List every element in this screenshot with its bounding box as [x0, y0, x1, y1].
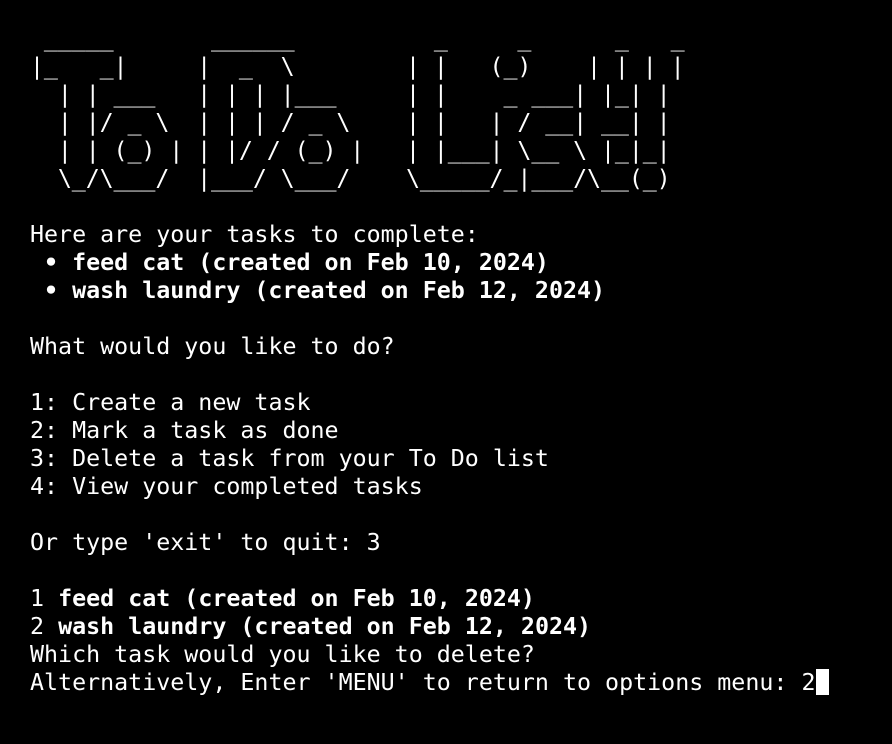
- menu-option-create: 1: Create a new task: [30, 389, 311, 416]
- delete-item-number: 2: [30, 613, 59, 640]
- exit-prompt-answer: 3: [366, 529, 381, 556]
- exit-prompt-line: Or type 'exit' to quit: 3: [30, 529, 880, 557]
- delete-list-item: 2 wash laundry (created on Feb 12, 2024): [30, 613, 880, 641]
- ascii-banner: _____ ______ _ _ _ _ |_ _| | _ \ | | (_)…: [30, 25, 880, 193]
- exit-prompt: Or type 'exit' to quit:: [30, 529, 367, 556]
- terminal-input[interactable]: 2: [801, 669, 815, 696]
- banner-line: \_/\___/ |___/ \___/ \_____/_|___/\__(_): [30, 165, 671, 192]
- delete-item-text: feed cat (created on Feb 10, 2024): [58, 585, 535, 612]
- menu-option-view-completed: 4: View your completed tasks: [30, 473, 423, 500]
- delete-question: Which task would you like to delete?: [30, 641, 535, 668]
- task-list-item: • feed cat (created on Feb 10, 2024): [30, 249, 880, 277]
- task-list-item: • wash laundry (created on Feb 12, 2024): [30, 277, 880, 305]
- banner-line: _____ ______ _ _ _ _: [30, 25, 699, 52]
- text-cursor: [816, 669, 830, 695]
- menu-question: What would you like to do?: [30, 333, 395, 360]
- bullet-icon: •: [44, 277, 59, 304]
- banner-line: | | (_) | | |/ / (_) | | |___| \__ \ |_|…: [30, 137, 671, 164]
- bullet-icon: •: [44, 249, 59, 276]
- banner-line: | | ___ | | | |___ | | _ ___| |_| |: [30, 81, 671, 108]
- menu-option-mark-done: 2: Mark a task as done: [30, 417, 339, 444]
- tasks-heading: Here are your tasks to complete:: [30, 221, 479, 248]
- menu-prompt: Alternatively, Enter 'MENU' to return to…: [30, 669, 802, 696]
- terminal-window[interactable]: _____ ______ _ _ _ _ |_ _| | _ \ | | (_)…: [30, 25, 880, 697]
- task-text: feed cat (created on Feb 10, 2024): [72, 249, 549, 276]
- delete-item-text: wash laundry (created on Feb 12, 2024): [58, 613, 592, 640]
- menu-option-delete: 3: Delete a task from your To Do list: [30, 445, 549, 472]
- delete-item-number: 1: [30, 585, 59, 612]
- task-text: wash laundry (created on Feb 12, 2024): [72, 277, 606, 304]
- menu-prompt-line[interactable]: Alternatively, Enter 'MENU' to return to…: [30, 669, 880, 697]
- delete-list-item: 1 feed cat (created on Feb 10, 2024): [30, 585, 880, 613]
- banner-line: |_ _| | _ \ | | (_) | | | |: [30, 53, 685, 80]
- banner-line: | |/ _ \ | | | / _ \ | | | / __| __| |: [30, 109, 671, 136]
